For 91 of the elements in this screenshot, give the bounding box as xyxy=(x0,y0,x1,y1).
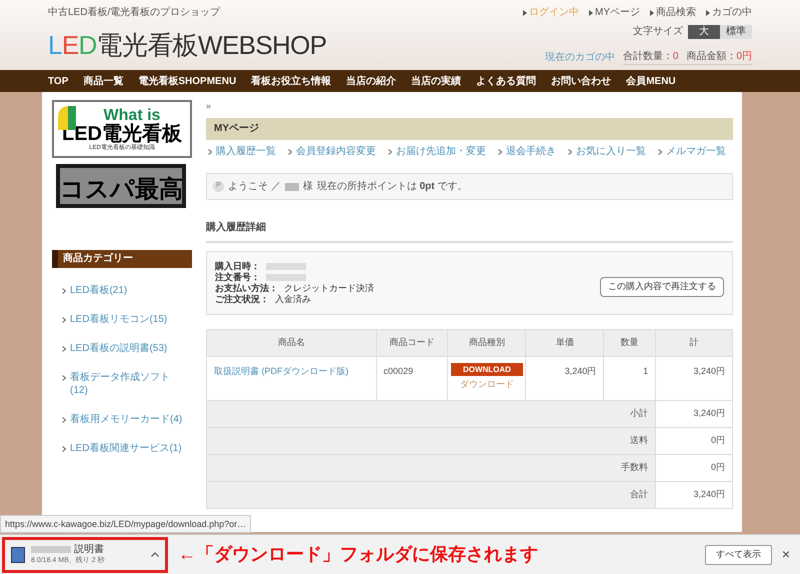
table-cell: 3,240円 xyxy=(656,482,732,508)
category-link[interactable]: 看板データ作成ソフト(12) xyxy=(70,371,192,397)
name-suffix: 様 xyxy=(302,180,313,194)
triangle-icon xyxy=(589,10,593,16)
chevron-icon xyxy=(208,148,212,154)
download-note: ダウンロード xyxy=(460,378,514,391)
mypage-link[interactable]: 退会手続き xyxy=(506,144,556,159)
summary-label: 合計 xyxy=(206,482,656,508)
header-link[interactable]: カゴの中 xyxy=(712,5,752,20)
nav-link[interactable]: 当店の紹介 xyxy=(346,74,396,88)
mypage-link[interactable]: お届け先追加・変更 xyxy=(396,144,486,159)
chevron-icon xyxy=(62,417,66,423)
chevron-icon xyxy=(62,346,66,352)
status-url: https://www.c-kawagoe.biz/LED/mypage/download.php?or… xyxy=(0,515,252,533)
triangle-icon xyxy=(523,10,527,16)
column-header: 数量 xyxy=(604,330,656,356)
table-cell: 0円 xyxy=(656,454,732,482)
chevron-icon xyxy=(658,148,662,154)
category-link[interactable]: LED看板(21) xyxy=(70,284,134,297)
section-heading: 購入履歴詳細 xyxy=(206,220,733,243)
caret-icon[interactable] xyxy=(151,552,159,557)
column-header: 商品コード xyxy=(376,330,448,356)
show-all-button[interactable]: すべて表示 xyxy=(704,544,772,564)
font-size-label: 文字サイズ xyxy=(633,24,683,39)
site-logo: LED電光看板WEBSHOP xyxy=(48,32,326,58)
mypage-link[interactable]: 購入履歴一覧 xyxy=(216,144,276,159)
blurred-filename xyxy=(31,546,71,552)
chevron-icon xyxy=(62,288,66,294)
font-size-option[interactable]: 標準 xyxy=(720,24,752,38)
breadcrumb: » xyxy=(206,100,212,113)
field-label: ご注文状況： xyxy=(215,294,269,305)
table-cell: 3,240円 xyxy=(656,356,732,400)
header-link[interactable]: MYページ xyxy=(595,5,640,20)
category-link[interactable]: LED看板リモコン(15) xyxy=(70,313,174,326)
blurred-value xyxy=(266,274,306,281)
column-header: 商品名 xyxy=(206,330,376,356)
field-label: 購入日時： xyxy=(215,261,260,272)
nav-link[interactable]: 会員MENU xyxy=(626,74,676,88)
summary-label: 小計 xyxy=(206,400,656,428)
category-link[interactable]: 看板用メモリーカード(4) xyxy=(70,413,188,426)
annotation-text: ←「ダウンロード」フォルダに保存されます xyxy=(178,543,538,566)
summary-label: 送料 xyxy=(206,428,656,454)
chevron-icon xyxy=(568,148,572,154)
field-value: クレジットカード決済 xyxy=(284,283,374,294)
nav-link[interactable]: 商品一覧 xyxy=(83,74,124,88)
summary-label: 手数料 xyxy=(206,454,656,482)
cospa-led-banner: コスパ最高 xyxy=(56,164,186,208)
cart-amount: 商品金額：0円 xyxy=(686,50,752,64)
close-button[interactable]: × xyxy=(782,544,790,565)
mypage-link[interactable]: 会員登録内容変更 xyxy=(296,144,376,159)
category-link[interactable]: LED看板の説明書(53) xyxy=(70,342,174,355)
header-link[interactable]: 商品検索 xyxy=(656,5,696,20)
column-header: 計 xyxy=(656,330,732,356)
blurred-name xyxy=(284,182,299,190)
nav-link[interactable]: よくある質問 xyxy=(476,74,536,88)
tagline: 中古LED看板/電光看板のプロショップ xyxy=(48,6,222,20)
field-label: お支払い方法： xyxy=(215,283,278,294)
column-header: 単価 xyxy=(526,330,604,356)
category-link[interactable]: LED看板関連サービス(1) xyxy=(70,442,188,455)
table-cell: 3,240円 xyxy=(656,400,732,428)
field-value: 入金済み xyxy=(275,294,311,305)
blurred-value xyxy=(266,263,306,270)
file-name: 説明書 xyxy=(74,544,104,554)
welcome-text: ようこそ ／ xyxy=(228,180,281,194)
chevron-icon xyxy=(62,375,66,381)
mypage-link[interactable]: メルマガ一覧 xyxy=(666,144,726,159)
points-text: 現在の所持ポイントは 0pt です。 xyxy=(316,180,468,194)
font-size-option[interactable]: 大 xyxy=(688,24,720,38)
nav-link[interactable]: 電光看板SHOPMENU xyxy=(138,74,236,88)
nav-link[interactable]: 当店の実績 xyxy=(411,74,462,88)
chevron-icon xyxy=(388,148,392,154)
category-heading: 商品カテゴリー xyxy=(52,250,192,268)
chevron-icon xyxy=(62,317,66,323)
triangle-icon xyxy=(650,10,654,16)
field-label: 注文番号： xyxy=(215,272,260,283)
product-link[interactable]: 取扱説明書 (PDFダウンロード版) xyxy=(214,366,348,376)
file-icon xyxy=(11,546,25,562)
table-cell: 0円 xyxy=(656,428,732,454)
reorder-button[interactable]: この購入内容で再注文する xyxy=(600,277,724,297)
chevron-icon xyxy=(62,446,66,452)
chevron-icon xyxy=(498,148,502,154)
mypage-link[interactable]: お気に入り一覧 xyxy=(576,144,646,159)
triangle-icon xyxy=(706,10,710,16)
cart-quantity: 合計数量：0 xyxy=(622,50,678,64)
nav-link[interactable]: 看板お役立ち情報 xyxy=(251,74,332,88)
nav-link[interactable]: お問い合わせ xyxy=(551,74,612,88)
download-button[interactable]: DOWNLOAD xyxy=(450,363,523,376)
page-title-bar: MYページ xyxy=(206,118,733,140)
nav-link[interactable]: TOP xyxy=(48,74,68,88)
chevron-icon xyxy=(288,148,292,154)
column-header: 商品種別 xyxy=(448,330,526,356)
